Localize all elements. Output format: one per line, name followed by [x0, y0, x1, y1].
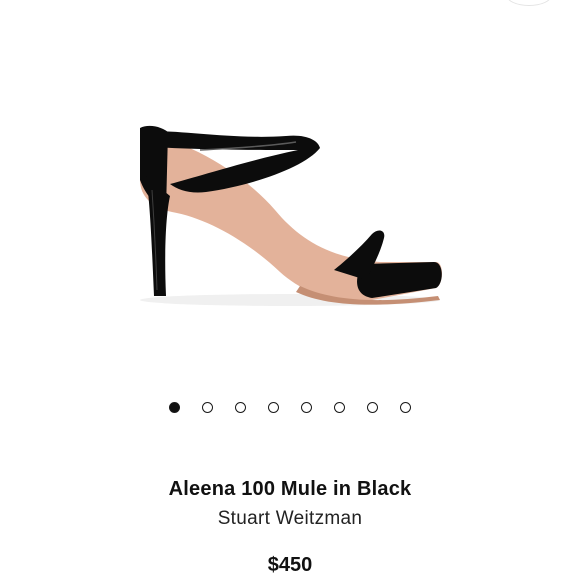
- product-title: Aleena 100 Mule in Black: [168, 478, 412, 500]
- carousel-dot[interactable]: [235, 402, 246, 413]
- product-page: Aleena 100 Mule in Black Stuart Weitzman…: [0, 0, 580, 580]
- carousel-dot[interactable]: [334, 402, 345, 413]
- shoe-stiletto-heel: [146, 176, 170, 296]
- carousel-dot[interactable]: [202, 402, 213, 413]
- carousel-dot[interactable]: [367, 402, 378, 413]
- product-brand[interactable]: Stuart Weitzman: [0, 508, 580, 530]
- image-carousel-dots: [0, 402, 580, 416]
- carousel-dot-active[interactable]: [169, 402, 180, 413]
- product-price: $450: [267, 554, 313, 576]
- carousel-dot[interactable]: [301, 402, 312, 413]
- carousel-dot[interactable]: [400, 402, 411, 413]
- product-image: [140, 125, 442, 306]
- carousel-dot[interactable]: [268, 402, 279, 413]
